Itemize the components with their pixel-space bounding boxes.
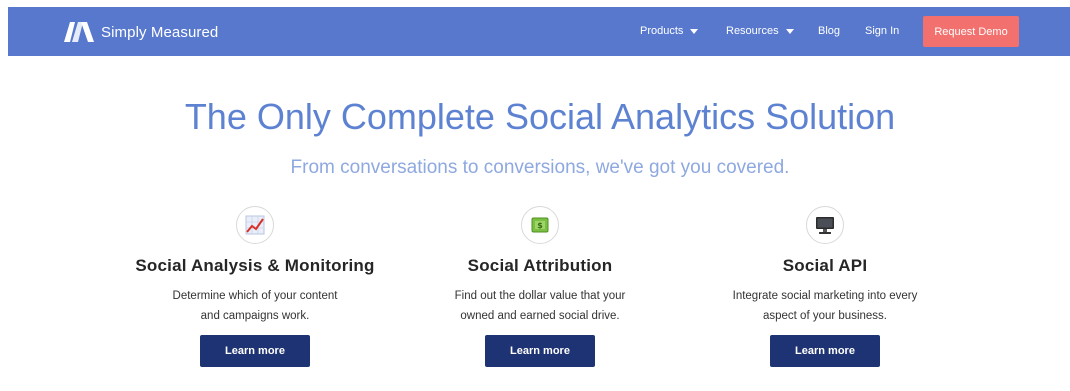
feature-description-line: Find out the dollar value that your: [454, 290, 626, 302]
learn-more-button[interactable]: Learn more: [485, 335, 595, 367]
feature-social-attribution: $ Social Attribution Find out the dollar…: [395, 206, 685, 367]
feature-description-line: aspect of your business.: [762, 310, 887, 322]
caret-down-icon: [690, 28, 699, 34]
brand-logo[interactable]: Simply Measured: [62, 19, 218, 45]
feature-description-line: Determine which of your content: [172, 290, 338, 302]
feature-description: Determine which of your content and camp…: [110, 286, 400, 326]
feature-title: Social Attribution: [467, 256, 613, 275]
feature-description-line: and campaigns work.: [200, 310, 310, 322]
svg-text:$: $: [537, 221, 543, 230]
line-chart-icon: [236, 206, 274, 244]
feature-social-api: Social API Integrate social marketing in…: [680, 206, 970, 367]
feature-title: Social API: [782, 256, 868, 275]
feature-description-line: owned and earned social drive.: [460, 310, 620, 322]
request-demo-button[interactable]: Request Demo: [923, 16, 1019, 47]
nav-resources-label: Resources: [726, 25, 779, 37]
nav-products[interactable]: Products: [640, 25, 699, 37]
nav-resources[interactable]: Resources: [726, 25, 794, 37]
hero-title: The Only Complete Social Analytics Solut…: [184, 96, 896, 137]
caret-down-icon: [785, 28, 794, 34]
feature-description-line: Integrate social marketing into every: [732, 290, 918, 302]
nav-blog[interactable]: Blog: [818, 25, 840, 37]
nav-sign-in-label: Sign In: [865, 25, 900, 37]
hero-subtitle: From conversations to conversions, we've…: [290, 157, 790, 178]
learn-more-button[interactable]: Learn more: [770, 335, 880, 367]
nav-blog-label: Blog: [818, 25, 841, 37]
learn-more-button[interactable]: Learn more: [200, 335, 310, 367]
dollar-bill-icon: $: [521, 206, 559, 244]
nav-sign-in[interactable]: Sign In: [865, 25, 899, 37]
feature-title: Social Analysis & Monitoring: [135, 256, 375, 275]
nav-products-label: Products: [640, 25, 684, 37]
feature-description: Find out the dollar value that your owne…: [395, 286, 685, 326]
monitor-icon: [806, 206, 844, 244]
brand-name: Simply Measured: [101, 23, 219, 41]
simply-measured-logo-icon: [64, 22, 94, 42]
feature-description: Integrate social marketing into every as…: [680, 286, 970, 326]
site-header: Simply Measured Products Resources Blog …: [8, 7, 1070, 56]
feature-social-analysis: Social Analysis & Monitoring Determine w…: [110, 206, 400, 367]
